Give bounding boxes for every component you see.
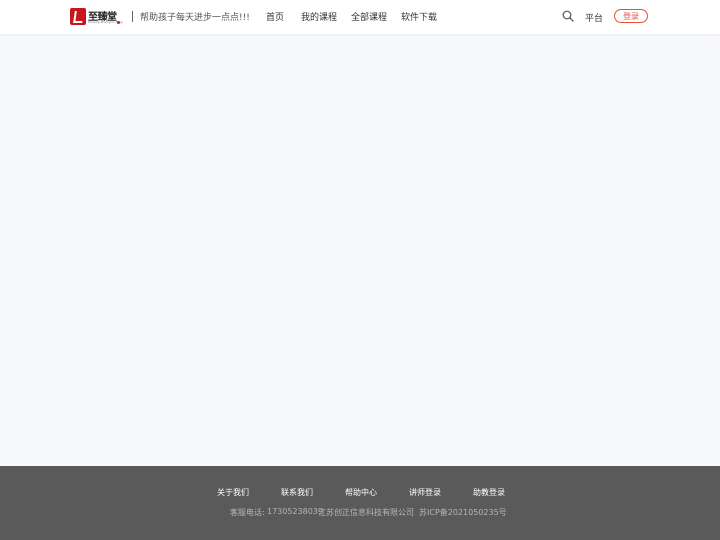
footer-link-help[interactable]: 帮助中心: [345, 487, 377, 498]
nav-home[interactable]: 首页: [266, 10, 284, 23]
platform-link[interactable]: 平台: [585, 11, 603, 24]
footer-link-contact[interactable]: 联系我们: [281, 487, 313, 498]
footer-link-assistant-login[interactable]: 助教登录: [473, 487, 505, 498]
footer-phone-label: 客服电话:: [230, 508, 265, 517]
logo-seal-icon: [117, 21, 120, 24]
footer-link-about[interactable]: 关于我们: [217, 487, 249, 498]
footer-link-lecturer-login[interactable]: 讲师登录: [409, 487, 441, 498]
footer-phone: 17305238039: [267, 507, 323, 516]
header-divider: [132, 11, 133, 22]
site-slogan: 帮助孩子每天进步一点点!!!: [140, 13, 250, 23]
nav-all-courses[interactable]: 全部课程: [351, 10, 387, 23]
nav-my-courses[interactable]: 我的课程: [301, 10, 337, 23]
site-logo[interactable]: 至臻堂 Chuang Zhengxin Tang: [70, 8, 123, 27]
nav-software-download[interactable]: 软件下载: [401, 10, 437, 23]
top-header: 至臻堂 Chuang Zhengxin Tang 帮助孩子每天进步一点点!!! …: [0, 0, 720, 34]
footer-company: 江苏创正信息科技有限公司: [318, 508, 414, 517]
login-button[interactable]: 登录: [614, 9, 648, 23]
footer-icp[interactable]: 苏ICP备2021050235号: [419, 507, 507, 518]
page-footer: 关于我们 联系我们 帮助中心 讲师登录 助教登录 客服电话: 173052380…: [0, 466, 720, 540]
logo-mark-icon: [70, 8, 86, 25]
search-icon[interactable]: [562, 10, 574, 22]
